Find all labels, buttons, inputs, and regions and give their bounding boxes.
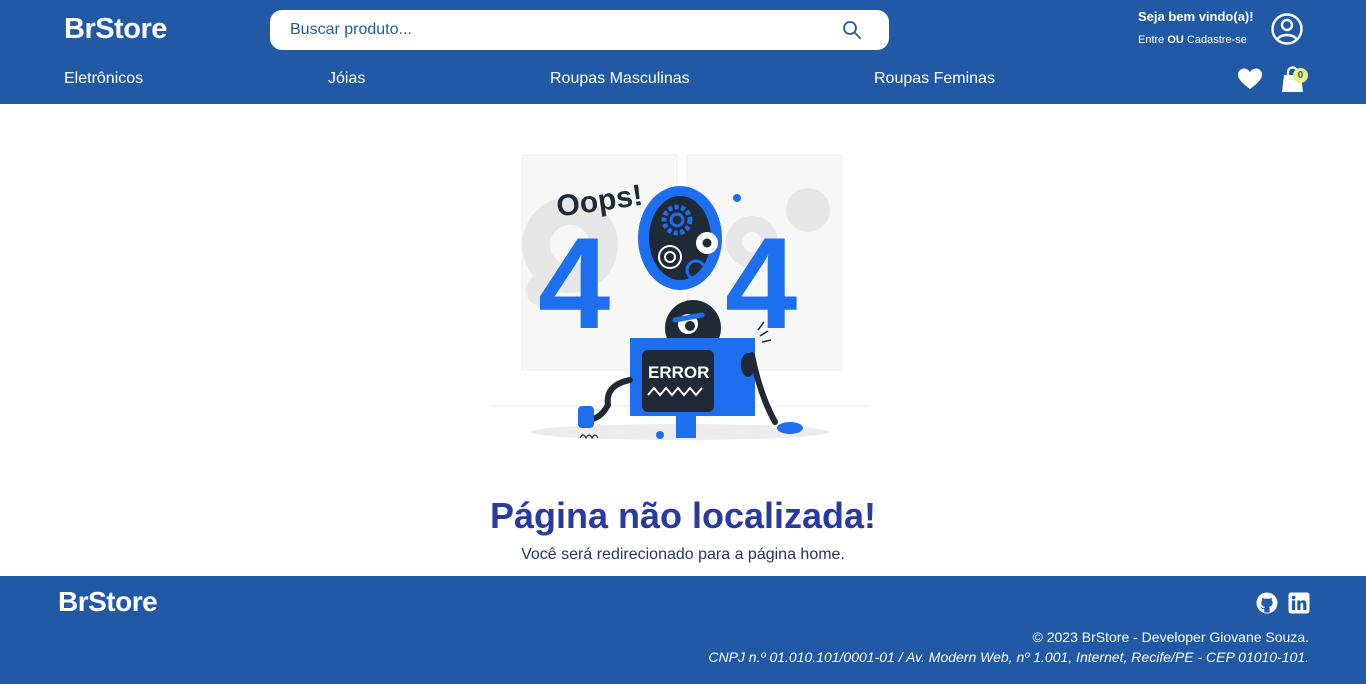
nav-item-eletronicos[interactable]: Eletrônicos xyxy=(64,70,143,88)
welcome-text: Seja bem vindo(a)! xyxy=(1138,9,1254,24)
nav-item-roupas-femininas[interactable]: Roupas Feminas xyxy=(874,70,995,88)
page-title: Página não localizada! xyxy=(489,495,877,536)
search-bar xyxy=(270,10,889,50)
cart-count-badge: 0 xyxy=(1293,68,1308,83)
search-icon[interactable] xyxy=(842,20,862,40)
copyright-text: © 2023 BrStore - Developer Giovane Souza… xyxy=(1032,629,1309,645)
auth-links: Entre OU Cadastre-se xyxy=(1138,34,1247,46)
auth-separator: OU xyxy=(1167,34,1184,46)
error-label: ERROR xyxy=(648,363,709,382)
signup-link[interactable]: Cadastre-se xyxy=(1187,34,1247,46)
site-footer: BrStore © 2023 BrStore - Developer Giova… xyxy=(0,576,1366,684)
redirect-message: Você será redirecionado para a página ho… xyxy=(521,546,845,563)
search-input[interactable] xyxy=(290,10,830,50)
brand-logo[interactable]: BrStore xyxy=(64,13,167,46)
linkedin-icon[interactable] xyxy=(1288,592,1310,614)
github-icon[interactable] xyxy=(1256,592,1278,614)
error-404-illustration: Oops! 4 4 ERROR xyxy=(490,154,870,440)
user-circle-icon[interactable] xyxy=(1270,12,1304,46)
nav-item-joias[interactable]: Jóias xyxy=(328,70,365,88)
login-link[interactable]: Entre xyxy=(1138,34,1164,46)
nav-item-roupas-masculinas[interactable]: Roupas Masculinas xyxy=(550,70,690,88)
digit-4-right: 4 xyxy=(725,210,797,356)
digit-4-left: 4 xyxy=(538,210,610,356)
welcome-box: Seja bem vindo(a)! Entre OU Cadastre-se xyxy=(1138,9,1254,46)
company-address: CNPJ n.º 01.010.101/0001-01 / Av. Modern… xyxy=(708,649,1309,665)
heart-icon[interactable] xyxy=(1237,67,1263,91)
footer-logo[interactable]: BrStore xyxy=(58,586,158,618)
site-header: BrStore Seja bem vindo(a)! Entre OU Cada… xyxy=(0,0,1366,104)
